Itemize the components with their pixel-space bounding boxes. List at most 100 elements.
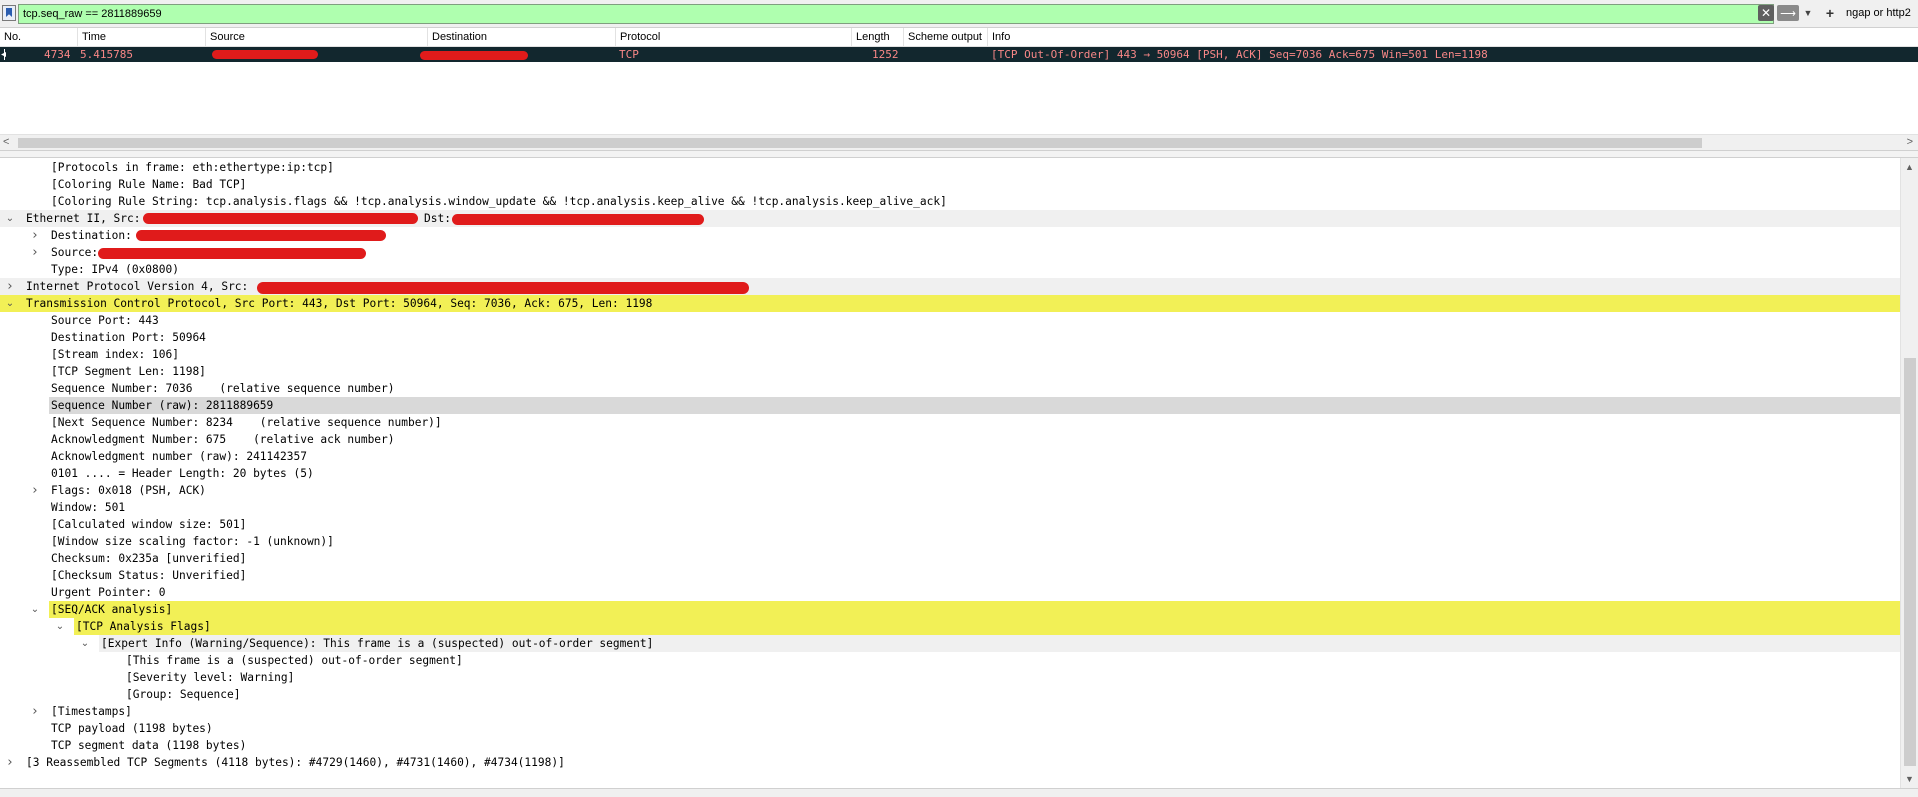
close-icon[interactable]: ✕ xyxy=(1758,5,1774,21)
tree-item-label: [Stream index: 106] xyxy=(51,348,179,361)
tree-item-label: Source: xyxy=(51,246,99,259)
details-vertical-scrollbar[interactable]: ▲ ▼ xyxy=(1900,158,1918,788)
tree-item[interactable]: Sequence Number (raw): 2811889659 xyxy=(49,397,1900,414)
tree-item[interactable]: Source Port: 443 xyxy=(0,312,1900,329)
chevron-up-icon[interactable]: ▲ xyxy=(1905,162,1914,172)
pane-splitter[interactable] xyxy=(0,150,1918,158)
tree-item[interactable]: ⌄ [TCP Analysis Flags] xyxy=(56,618,1900,635)
cell-protocol: TCP xyxy=(619,48,639,61)
tree-item[interactable]: ⌄ [Expert Info (Warning/Sequence): This f… xyxy=(81,635,1900,652)
redacted-eth-destination xyxy=(136,230,386,241)
tree-item[interactable]: › [Timestamps] xyxy=(0,703,1900,720)
tree-item-label: Transmission Control Protocol, Src Port:… xyxy=(26,297,653,310)
tree-item[interactable]: [Window size scaling factor: -1 (unknown… xyxy=(0,533,1900,550)
packet-list: No. Time Source Destination Protocol Len… xyxy=(0,28,1918,151)
filter-bookmark-button[interactable] xyxy=(2,5,16,21)
expand-arrow-down-icon[interactable]: ⌄ xyxy=(54,618,66,635)
tree-item-label: Urgent Pointer: 0 xyxy=(51,586,166,599)
tree-item-label: [Checksum Status: Unverified] xyxy=(51,569,247,582)
tree-item[interactable]: [Checksum Status: Unverified] xyxy=(0,567,1900,584)
tree-item-label: [Severity level: Warning] xyxy=(126,671,295,684)
packet-list-horizontal-scrollbar[interactable]: < > xyxy=(0,134,1918,151)
expand-arrow-right-icon[interactable]: › xyxy=(4,754,16,771)
tree-item[interactable]: [Group: Sequence] xyxy=(0,686,1900,703)
tree-item[interactable]: › Flags: 0x018 (PSH, ACK) xyxy=(0,482,1900,499)
expand-arrow-right-icon[interactable]: › xyxy=(29,482,41,499)
tree-item[interactable]: Acknowledgment Number: 675 (relative ack… xyxy=(0,431,1900,448)
chevron-down-icon[interactable]: ▼ xyxy=(1905,774,1914,784)
display-filter-toolbar: ✕ ⟶ ▼ + ngap or http2 xyxy=(0,0,1918,28)
column-header-info[interactable]: Info xyxy=(988,28,1918,46)
expand-arrow-right-icon[interactable]: › xyxy=(4,278,16,295)
tree-item-label: [Coloring Rule Name: Bad TCP] xyxy=(51,178,247,191)
tree-item-label: Destination: xyxy=(51,229,132,242)
tree-item-label: 0101 .... = Header Length: 20 bytes (5) xyxy=(51,467,314,480)
column-header-no[interactable]: No. xyxy=(0,28,78,46)
packet-details-tree: [Protocols in frame: eth:ethertype:ip:tc… xyxy=(0,158,1900,788)
expand-arrow-down-icon[interactable]: ⌄ xyxy=(79,635,91,652)
tree-item[interactable]: Window: 501 xyxy=(0,499,1900,516)
tree-item[interactable]: [Next Sequence Number: 8234 (relative se… xyxy=(0,414,1900,431)
tree-item[interactable]: ⌄ [SEQ/ACK analysis] xyxy=(31,601,1900,618)
tree-item-suffix: Dst: xyxy=(424,212,451,225)
expand-arrow-down-icon[interactable]: ⌄ xyxy=(29,601,41,618)
chevron-right-icon[interactable]: > xyxy=(1907,136,1913,148)
tree-item[interactable]: [Coloring Rule String: tcp.analysis.flag… xyxy=(0,193,1900,210)
expand-arrow-right-icon[interactable]: › xyxy=(29,244,41,261)
arrow-right-icon[interactable]: ⟶ xyxy=(1777,5,1799,21)
redacted-ip-src xyxy=(257,282,749,294)
tree-item[interactable]: Destination Port: 50964 xyxy=(0,329,1900,346)
redacted-eth-dst xyxy=(452,214,704,225)
expand-arrow-right-icon[interactable]: › xyxy=(29,227,41,244)
tree-item[interactable]: [Calculated window size: 501] xyxy=(0,516,1900,533)
expand-arrow-down-icon[interactable]: ⌄ xyxy=(4,210,16,227)
tree-item-label: [Window size scaling factor: -1 (unknown… xyxy=(51,535,334,548)
tree-item[interactable]: Type: IPv4 (0x0800) xyxy=(0,261,1900,278)
tree-item-label: Flags: 0x018 (PSH, ACK) xyxy=(51,484,206,497)
scrollbar-thumb[interactable] xyxy=(18,138,1702,148)
tree-item-label: [Expert Info (Warning/Sequence): This fr… xyxy=(101,637,654,650)
tree-item[interactable]: [Protocols in frame: eth:ethertype:ip:tc… xyxy=(0,159,1900,176)
tree-item[interactable]: Sequence Number: 7036 (relative sequence… xyxy=(0,380,1900,397)
plus-icon[interactable]: + xyxy=(1823,5,1837,21)
tree-item-label: Internet Protocol Version 4, Src: xyxy=(26,280,249,293)
tree-item[interactable]: [This frame is a (suspected) out-of-orde… xyxy=(0,652,1900,669)
tree-item[interactable]: ⌄ Transmission Control Protocol, Src Port… xyxy=(0,295,1900,312)
tree-item[interactable]: Checksum: 0x235a [unverified] xyxy=(0,550,1900,567)
tree-item[interactable]: TCP payload (1198 bytes) xyxy=(0,720,1900,737)
expand-arrow-down-icon[interactable]: ⌄ xyxy=(4,295,16,312)
tree-item-label: [Next Sequence Number: 8234 (relative se… xyxy=(51,416,442,429)
tree-item[interactable]: 0101 .... = Header Length: 20 bytes (5) xyxy=(0,465,1900,482)
tree-item-label: Type: IPv4 (0x0800) xyxy=(51,263,179,276)
tree-item[interactable]: [Stream index: 106] xyxy=(0,346,1900,363)
column-header-protocol[interactable]: Protocol xyxy=(616,28,852,46)
expand-arrow-right-icon[interactable]: › xyxy=(29,703,41,720)
tree-item[interactable]: Acknowledgment number (raw): 241142357 xyxy=(0,448,1900,465)
tree-item-label: Acknowledgment Number: 675 (relative ack… xyxy=(51,433,395,446)
tree-item-label: Checksum: 0x235a [unverified] xyxy=(51,552,247,565)
bookmark-icon xyxy=(6,8,12,17)
cell-info: [TCP Out-Of-Order] 443 → 50964 [PSH, ACK… xyxy=(991,48,1488,61)
tree-item[interactable]: TCP segment data (1198 bytes) xyxy=(0,737,1900,754)
display-filter-input[interactable] xyxy=(18,4,1774,24)
cell-no: 4734 xyxy=(44,48,71,61)
tree-item-label: Destination Port: 50964 xyxy=(51,331,206,344)
filter-button-ngap-http2[interactable]: ngap or http2 xyxy=(1846,7,1911,19)
tree-item-label: [Protocols in frame: eth:ethertype:ip:tc… xyxy=(51,161,334,174)
tree-item[interactable]: › [3 Reassembled TCP Segments (4118 bytes… xyxy=(0,754,1900,771)
tree-item[interactable]: [Severity level: Warning] xyxy=(0,669,1900,686)
chevron-left-icon[interactable]: < xyxy=(3,136,9,148)
column-header-length[interactable]: Length xyxy=(852,28,904,46)
tree-item[interactable]: [Coloring Rule Name: Bad TCP] xyxy=(0,176,1900,193)
column-header-scheme-output[interactable]: Scheme output xyxy=(904,28,988,46)
scrollbar-thumb[interactable] xyxy=(1904,358,1916,766)
tree-item[interactable]: [TCP Segment Len: 1198] xyxy=(0,363,1900,380)
packet-row[interactable]: 4734 5.415785 TCP 1252 [TCP Out-Of-Order… xyxy=(0,47,1918,62)
column-header-source[interactable]: Source xyxy=(206,28,428,46)
tree-item-label: [This frame is a (suspected) out-of-orde… xyxy=(126,654,463,667)
redacted-eth-src xyxy=(143,213,418,224)
chevron-down-icon[interactable]: ▼ xyxy=(1801,5,1815,21)
column-header-time[interactable]: Time xyxy=(78,28,206,46)
tree-item[interactable]: Urgent Pointer: 0 xyxy=(0,584,1900,601)
column-header-destination[interactable]: Destination xyxy=(428,28,616,46)
